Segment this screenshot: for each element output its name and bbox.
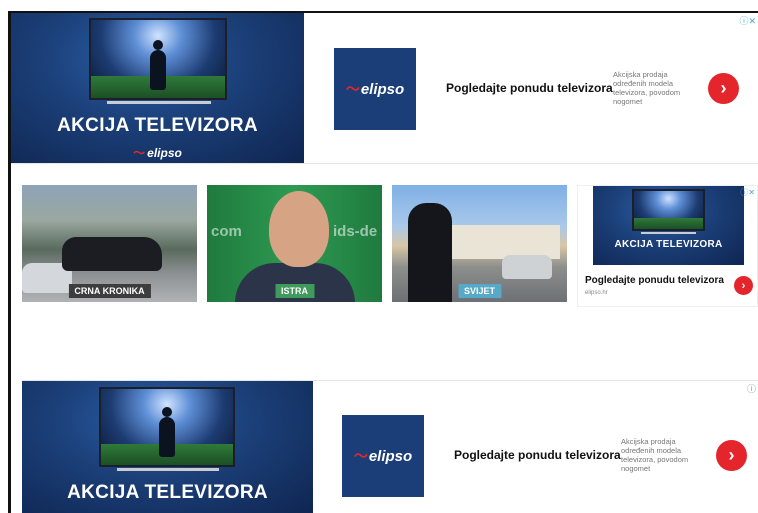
swoosh-icon: 〜 xyxy=(133,146,146,160)
chevron-right-icon[interactable]: › xyxy=(734,276,753,295)
brand-logo-text: elipso xyxy=(360,81,405,98)
brand-logo: 〜elipso xyxy=(346,79,404,99)
player-silhouette xyxy=(159,407,175,458)
black-car-image xyxy=(62,237,162,271)
adchoices-icon[interactable]: ⓘ✕ xyxy=(739,14,756,27)
promo-brand-text: elipso xyxy=(147,146,182,160)
brand-logo-box[interactable]: 〜elipso xyxy=(334,48,416,130)
ad-promo-image[interactable]: AKCIJA TELEVIZORA xyxy=(22,381,313,513)
swoosh-icon: 〜 xyxy=(345,81,360,97)
ad-banner-top[interactable]: AKCIJA TELEVIZORA 〜 elipso 〜elipso Pogled… xyxy=(11,13,758,164)
pitch-image xyxy=(634,218,703,229)
adchoices-icon[interactable]: ⓘ xyxy=(747,382,756,395)
ad-headline[interactable]: Pogledajte ponudu televizora xyxy=(446,81,613,95)
swoosh-icon: 〜 xyxy=(353,448,368,464)
category-tag[interactable]: CRNA KRONIKA xyxy=(68,284,151,298)
ad-description: Akcijska prodaja određenih modela televi… xyxy=(621,437,689,473)
ad-headline[interactable]: Pogledajte ponudu televizora xyxy=(585,275,724,286)
ad-url[interactable]: elipso.hr xyxy=(585,290,608,296)
brand-logo-box[interactable]: 〜elipso xyxy=(342,415,424,497)
chevron-right-icon[interactable]: › xyxy=(716,440,747,471)
ad-headline[interactable]: Pogledajte ponudu televizora xyxy=(454,448,621,462)
tv-stand xyxy=(641,232,696,234)
brand-logo-text: elipso xyxy=(368,448,413,465)
watermark-left: com xyxy=(211,223,242,240)
tv-image xyxy=(99,387,235,467)
tv-image xyxy=(632,189,705,231)
promo-title: AKCIJA TELEVIZORA xyxy=(67,482,268,503)
promo-title: AKCIJA TELEVIZORA xyxy=(614,239,723,250)
monument-image xyxy=(440,225,560,259)
adchoices-icon[interactable]: ⓘ✕ xyxy=(740,187,755,198)
player-silhouette xyxy=(150,40,166,91)
category-tag[interactable]: ISTRA xyxy=(275,284,314,298)
chevron-right-icon[interactable]: › xyxy=(708,73,739,104)
tv-image xyxy=(89,18,227,100)
news-card-crna-kronika[interactable]: CRNA KRONIKA xyxy=(22,185,197,302)
news-card-svijet[interactable]: SVIJET xyxy=(392,185,567,302)
ad-banner-bottom[interactable]: AKCIJA TELEVIZORA 〜elipso Pogledajte pon… xyxy=(22,380,758,513)
tv-stand xyxy=(107,101,211,104)
promo-title: AKCIJA TELEVIZORA xyxy=(57,115,258,136)
tv-stand xyxy=(117,468,219,471)
category-tag[interactable]: SVIJET xyxy=(457,284,502,298)
officer-image xyxy=(408,203,452,302)
ad-promo-image[interactable]: AKCIJA TELEVIZORA 〜 elipso xyxy=(11,13,304,163)
promo-brand-logo: 〜 elipso xyxy=(11,144,304,161)
brand-logo: 〜elipso xyxy=(354,446,412,466)
car-image xyxy=(502,255,552,279)
news-card-istra[interactable]: com ids-de ISTRA xyxy=(207,185,382,302)
page: AKCIJA TELEVIZORA 〜 elipso 〜elipso Pogled… xyxy=(0,0,758,513)
ad-promo-image[interactable]: AKCIJA TELEVIZORA xyxy=(593,186,744,265)
face-image xyxy=(269,191,329,267)
watermark-right: ids-de xyxy=(333,223,378,240)
ad-description: Akcijska prodaja određenih modela televi… xyxy=(613,70,681,106)
ad-card-side[interactable]: AKCIJA TELEVIZORA Pogledajte ponudu tele… xyxy=(577,185,758,307)
